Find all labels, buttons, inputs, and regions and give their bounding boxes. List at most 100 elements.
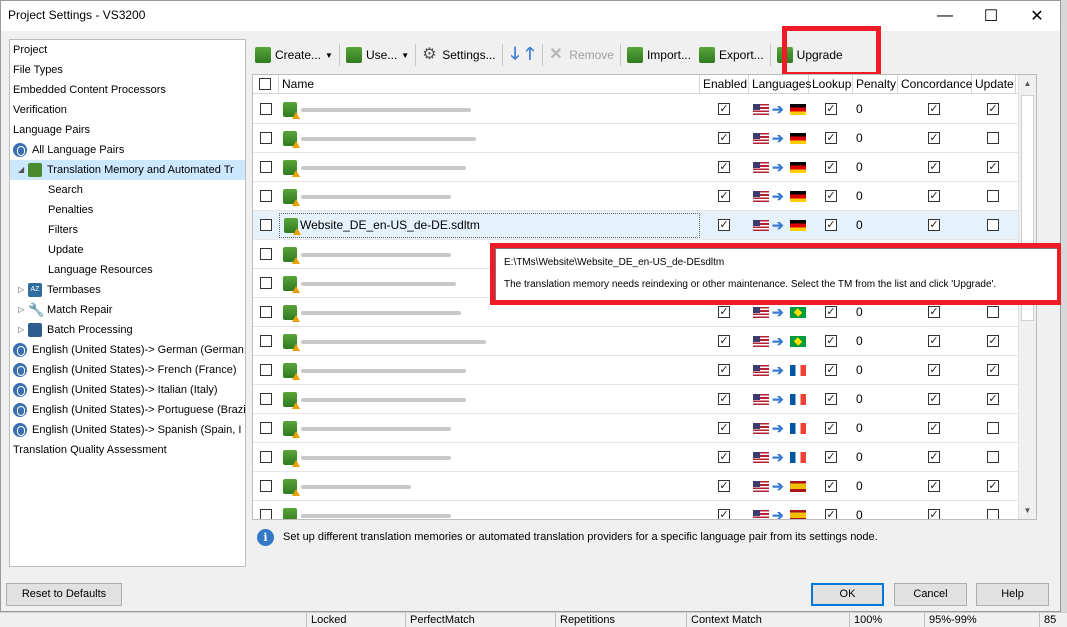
settings-tree[interactable]: Project File Types Embedded Content Proces… <box>9 39 246 567</box>
update-checkbox[interactable] <box>987 509 999 519</box>
enabled-checkbox[interactable]: ✓ <box>718 422 730 434</box>
table-row[interactable]: ✓ ➔ ✓ 0 ✓ ✓ <box>253 327 1019 356</box>
help-button[interactable]: Help <box>976 583 1049 606</box>
tm-name-cell[interactable]: Website_DE_en-US_de-DE.sdltm <box>279 213 700 238</box>
enabled-checkbox[interactable]: ✓ <box>718 190 730 202</box>
tree-item[interactable]: Language Resources <box>10 260 245 280</box>
enabled-checkbox[interactable]: ✓ <box>718 509 730 519</box>
update-checkbox[interactable]: ✓ <box>987 161 999 173</box>
tree-item[interactable]: Penalties <box>10 200 245 220</box>
concordance-checkbox[interactable]: ✓ <box>928 364 940 376</box>
table-row[interactable]: ✓ ➔ ✓ 0 ✓ ✓ <box>253 153 1019 182</box>
penalty-value[interactable]: 0 <box>856 501 863 519</box>
concordance-checkbox[interactable]: ✓ <box>928 393 940 405</box>
tree-item[interactable]: Search <box>10 180 245 200</box>
header-update[interactable]: Update <box>972 75 1016 94</box>
table-row[interactable]: ✓ ➔ ✓ 0 ✓ ✓ <box>253 95 1019 124</box>
tree-item[interactable]: ◢ Translation Memory and Automated Tr <box>10 160 245 180</box>
row-select-checkbox[interactable] <box>260 219 272 231</box>
lookup-checkbox[interactable]: ✓ <box>825 161 837 173</box>
lookup-checkbox[interactable]: ✓ <box>825 364 837 376</box>
penalty-value[interactable]: 0 <box>856 153 863 182</box>
lookup-checkbox[interactable]: ✓ <box>825 480 837 492</box>
tree-item[interactable]: Update <box>10 240 245 260</box>
header-lookup[interactable]: Lookup <box>809 75 853 94</box>
concordance-checkbox[interactable]: ✓ <box>928 306 940 318</box>
tree-item[interactable]: File Types <box>10 60 245 80</box>
table-row[interactable]: ✓ ➔ ✓ 0 ✓ <box>253 443 1019 472</box>
row-select-checkbox[interactable] <box>260 277 272 289</box>
concordance-checkbox[interactable]: ✓ <box>928 219 940 231</box>
export-button[interactable]: Export... <box>695 42 768 68</box>
update-checkbox[interactable] <box>987 422 999 434</box>
row-select-checkbox[interactable] <box>260 393 272 405</box>
enabled-checkbox[interactable]: ✓ <box>718 306 730 318</box>
enabled-checkbox[interactable]: ✓ <box>718 451 730 463</box>
row-select-checkbox[interactable] <box>260 422 272 434</box>
row-select-checkbox[interactable] <box>260 364 272 376</box>
lookup-checkbox[interactable]: ✓ <box>825 219 837 231</box>
tree-item[interactable]: Project <box>10 40 245 60</box>
enabled-checkbox[interactable]: ✓ <box>718 103 730 115</box>
table-row[interactable]: ✓ ➔ ✓ 0 ✓ <box>253 124 1019 153</box>
tree-item[interactable]: ▷ Batch Processing <box>10 320 245 340</box>
lookup-checkbox[interactable]: ✓ <box>825 509 837 519</box>
minimize-button[interactable]: — <box>922 1 968 31</box>
enabled-checkbox[interactable]: ✓ <box>718 393 730 405</box>
header-languages[interactable]: Languages <box>749 75 811 94</box>
table-row[interactable]: ✓ ➔ ✓ 0 ✓ <box>253 501 1019 519</box>
update-checkbox[interactable] <box>987 451 999 463</box>
expanded-twisty-icon[interactable]: ◢ <box>18 160 28 180</box>
tree-item[interactable]: All Language Pairs <box>10 140 245 160</box>
concordance-checkbox[interactable]: ✓ <box>928 509 940 519</box>
header-name[interactable]: Name <box>279 75 700 94</box>
collapsed-twisty-icon[interactable]: ▷ <box>18 280 28 300</box>
concordance-checkbox[interactable]: ✓ <box>928 161 940 173</box>
tree-item[interactable]: Filters <box>10 220 245 240</box>
lookup-checkbox[interactable]: ✓ <box>825 103 837 115</box>
lookup-checkbox[interactable]: ✓ <box>825 422 837 434</box>
tree-item[interactable]: ▷ 🔧 Match Repair <box>10 300 245 320</box>
row-select-checkbox[interactable] <box>260 306 272 318</box>
penalty-value[interactable]: 0 <box>856 356 863 385</box>
concordance-checkbox[interactable]: ✓ <box>928 451 940 463</box>
settings-button[interactable]: ⚙ Settings... <box>418 42 499 68</box>
enabled-checkbox[interactable]: ✓ <box>718 480 730 492</box>
update-checkbox[interactable]: ✓ <box>987 335 999 347</box>
scroll-down-icon[interactable]: ▼ <box>1019 502 1036 519</box>
update-checkbox[interactable]: ✓ <box>987 480 999 492</box>
row-select-checkbox[interactable] <box>260 509 272 519</box>
tree-item[interactable]: Embedded Content Processors <box>10 80 245 100</box>
enabled-checkbox[interactable]: ✓ <box>718 364 730 376</box>
lookup-checkbox[interactable]: ✓ <box>825 451 837 463</box>
update-checkbox[interactable] <box>987 190 999 202</box>
move-up-icon[interactable]: 🡑 <box>525 41 534 70</box>
update-checkbox[interactable] <box>987 132 999 144</box>
table-row[interactable]: ✓ ➔ ✓ 0 ✓ ✓ <box>253 472 1019 501</box>
penalty-value[interactable]: 0 <box>856 327 863 356</box>
update-checkbox[interactable]: ✓ <box>987 364 999 376</box>
header-enabled[interactable]: Enabled <box>700 75 749 94</box>
penalty-value[interactable]: 0 <box>856 472 863 501</box>
concordance-checkbox[interactable]: ✓ <box>928 480 940 492</box>
tree-item[interactable]: English (United States)-> Portuguese (Br… <box>10 400 245 420</box>
update-checkbox[interactable]: ✓ <box>987 393 999 405</box>
penalty-value[interactable]: 0 <box>856 95 863 124</box>
ok-button[interactable]: OK <box>811 583 884 606</box>
header-penalty[interactable]: Penalty <box>853 75 898 94</box>
row-select-checkbox[interactable] <box>260 132 272 144</box>
tree-item[interactable]: English (United States)-> Spanish (Spain… <box>10 420 245 440</box>
concordance-checkbox[interactable]: ✓ <box>928 422 940 434</box>
update-checkbox[interactable] <box>987 219 999 231</box>
table-row[interactable]: ✓ ➔ ✓ 0 ✓ <box>253 414 1019 443</box>
update-checkbox[interactable] <box>987 306 999 318</box>
table-row[interactable]: Website_DE_en-US_de-DE.sdltm ✓ ➔ ✓ 0 ✓ <box>253 211 1019 240</box>
tree-item[interactable]: Verification <box>10 100 245 120</box>
penalty-value[interactable]: 0 <box>856 182 863 211</box>
select-all-checkbox[interactable] <box>259 78 271 90</box>
penalty-value[interactable]: 0 <box>856 414 863 443</box>
remove-button[interactable]: ✕ Remove <box>545 42 618 68</box>
row-select-checkbox[interactable] <box>260 248 272 260</box>
tree-item[interactable]: English (United States)-> Italian (Italy… <box>10 380 245 400</box>
enabled-checkbox[interactable]: ✓ <box>718 219 730 231</box>
